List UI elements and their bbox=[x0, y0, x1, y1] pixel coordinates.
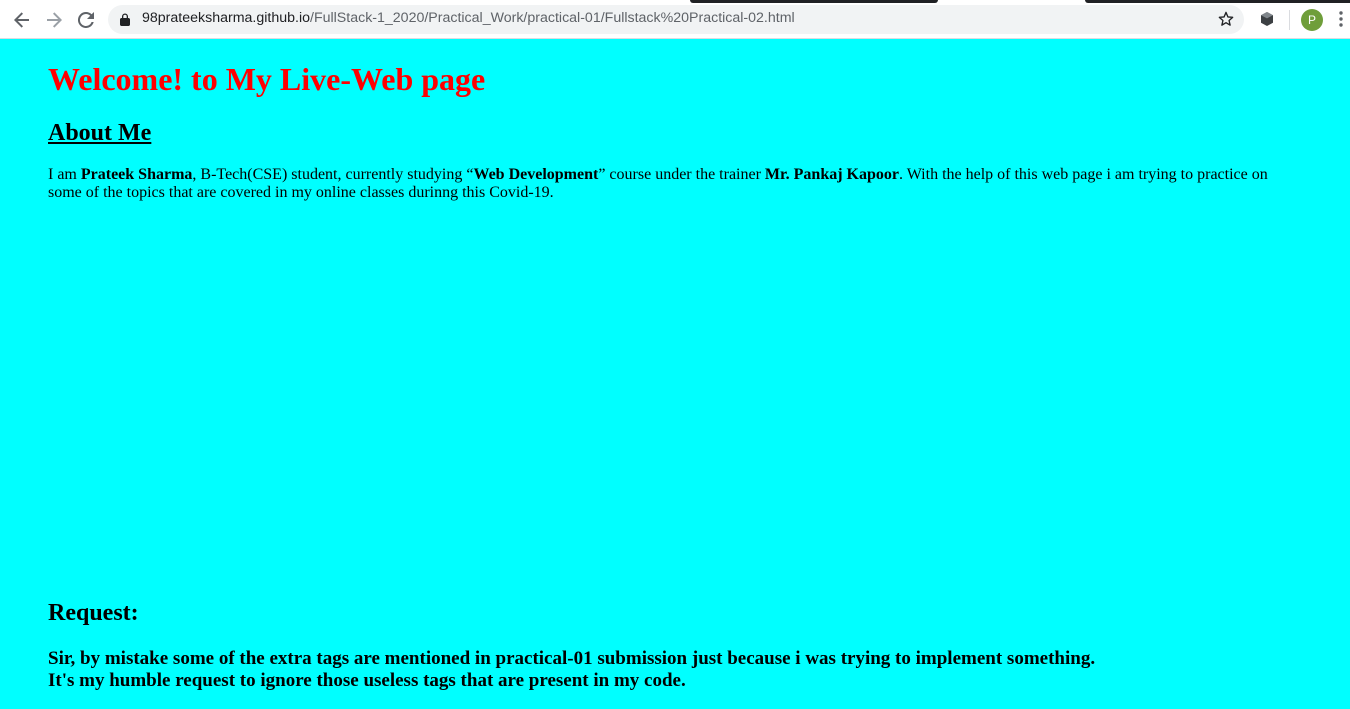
forward-button[interactable] bbox=[41, 7, 67, 33]
request-line: Sir, by mistake some of the extra tags a… bbox=[48, 648, 1096, 669]
url-host: 98prateeksharma.github.io bbox=[142, 10, 310, 26]
trainer-name: Mr. Pankaj Kapoor bbox=[764, 166, 899, 183]
page-title: Welcome! to My Live-Web page bbox=[48, 61, 486, 97]
back-arrow-icon bbox=[14, 12, 29, 28]
tab-strip-edge bbox=[690, 0, 938, 3]
profile-avatar[interactable]: P bbox=[1301, 9, 1323, 31]
toolbar-divider bbox=[1289, 10, 1290, 30]
back-button[interactable] bbox=[9, 7, 35, 33]
browser-toolbar: 98prateeksharma.github.io/FullStack-1_20… bbox=[0, 0, 1350, 39]
about-text-part: I am bbox=[48, 166, 81, 183]
about-heading: About Me bbox=[48, 120, 152, 146]
course-name: Web Development bbox=[473, 166, 599, 183]
address-bar[interactable]: 98prateeksharma.github.io/FullStack-1_20… bbox=[108, 5, 1244, 34]
star-icon[interactable] bbox=[1218, 11, 1234, 27]
extension-icon[interactable] bbox=[1259, 11, 1275, 27]
author-name: Prateek Sharma bbox=[80, 166, 193, 183]
forward-arrow-icon bbox=[47, 12, 62, 28]
about-text-part: , B-Tech(CSE) student, currently studyin… bbox=[192, 166, 474, 183]
lock-icon[interactable] bbox=[120, 13, 130, 26]
tab-strip-edge bbox=[1085, 0, 1350, 3]
url-path: /FullStack-1_2020/Practical_Work/practic… bbox=[310, 10, 795, 26]
request-paragraph: Sir, by mistake some of the extra tags a… bbox=[48, 648, 1095, 692]
about-paragraph: I am Prateek Sharma, B-Tech(CSE) student… bbox=[48, 166, 1288, 202]
request-heading: Request: bbox=[48, 600, 139, 626]
request-line: It's my humble request to ignore those u… bbox=[48, 670, 686, 691]
about-text-part: ” course under the trainer bbox=[598, 166, 765, 183]
reload-icon bbox=[78, 12, 94, 28]
menu-dots-icon[interactable] bbox=[1339, 11, 1343, 27]
url-text[interactable]: 98prateeksharma.github.io/FullStack-1_20… bbox=[142, 10, 795, 26]
reload-button[interactable] bbox=[73, 7, 99, 33]
